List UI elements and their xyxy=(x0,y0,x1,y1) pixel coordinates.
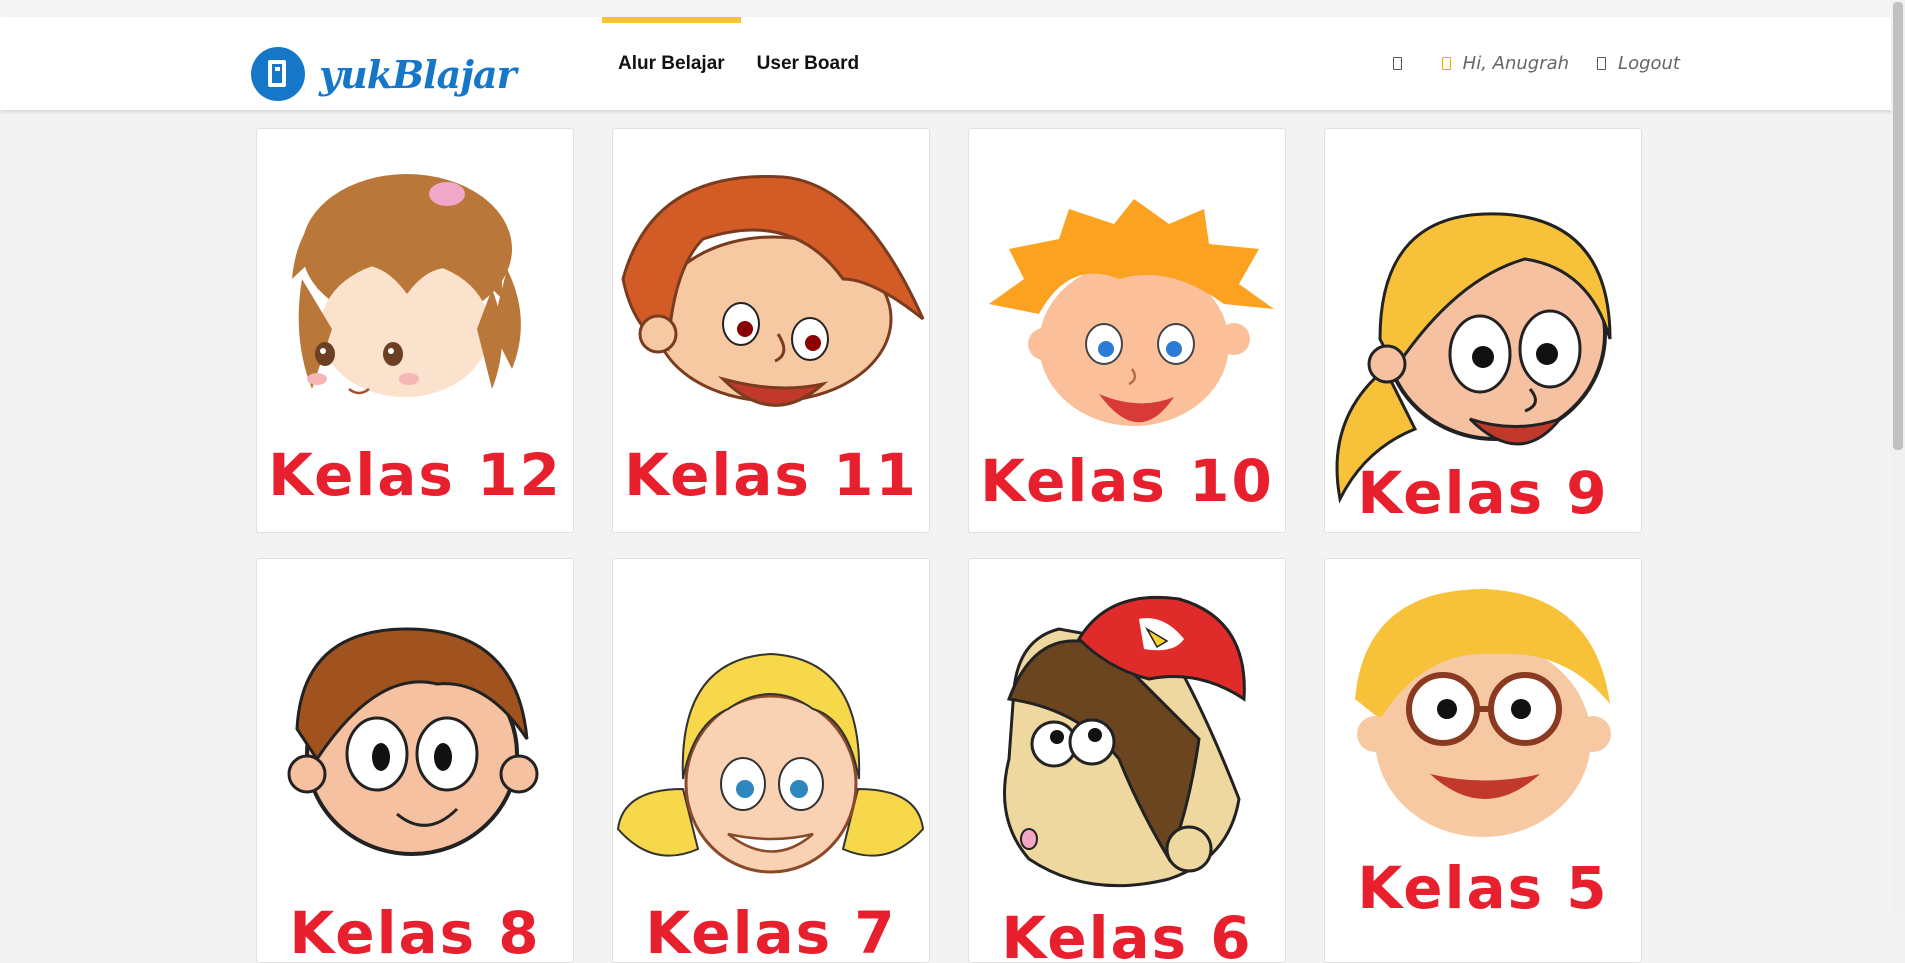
grade-label: Kelas 7 xyxy=(645,899,897,963)
notification-button[interactable] xyxy=(1392,57,1414,70)
user-greeting-text: Hi, Anugrah xyxy=(1462,53,1570,74)
grade-label: Kelas 10 xyxy=(980,447,1274,515)
logout-link[interactable]: Logout xyxy=(1597,53,1680,74)
logo-text: yukBlajar xyxy=(319,51,517,97)
grade-label: Kelas 9 xyxy=(1357,459,1609,527)
logo[interactable]: yukBlajar xyxy=(251,47,517,101)
notification-icon xyxy=(1392,57,1402,70)
logout-text: Logout xyxy=(1618,53,1680,74)
boy-red-cap-avatar xyxy=(1003,595,1246,888)
grade-label: Kelas 12 xyxy=(268,441,562,509)
grade-label: Kelas 8 xyxy=(289,899,541,963)
browser-top-strip xyxy=(0,0,1905,17)
grade-card[interactable]: Kelas 8 xyxy=(256,558,574,963)
grade-label: Kelas 5 xyxy=(1357,854,1609,922)
book-logo-icon xyxy=(251,47,305,101)
grade-card[interactable]: Kelas 12 xyxy=(256,128,574,533)
scrollbar-thumb[interactable] xyxy=(1893,2,1903,450)
grade-card[interactable]: Kelas 10 xyxy=(968,128,1286,533)
page-scrollbar[interactable] xyxy=(1891,0,1905,913)
grade-card[interactable]: Kelas 6 xyxy=(968,558,1286,963)
grade-card[interactable]: Kelas 7 xyxy=(612,558,930,963)
user-icon xyxy=(1441,57,1451,70)
user-menu: Hi, Anugrah Logout xyxy=(1365,17,1680,110)
user-greeting[interactable]: Hi, Anugrah xyxy=(1441,53,1570,74)
grade-card[interactable]: Kelas 11 xyxy=(612,128,930,533)
grade-card[interactable]: Kelas 9 xyxy=(1324,128,1642,533)
nav-alur-belajar[interactable]: Alur Belajar xyxy=(602,17,741,110)
grade-label: Kelas 11 xyxy=(624,441,918,509)
nav-user-board[interactable]: User Board xyxy=(741,17,875,110)
grade-card[interactable]: Kelas 5 xyxy=(1324,558,1642,963)
main-nav: Alur Belajar User Board xyxy=(602,17,875,110)
logout-icon xyxy=(1597,57,1607,70)
